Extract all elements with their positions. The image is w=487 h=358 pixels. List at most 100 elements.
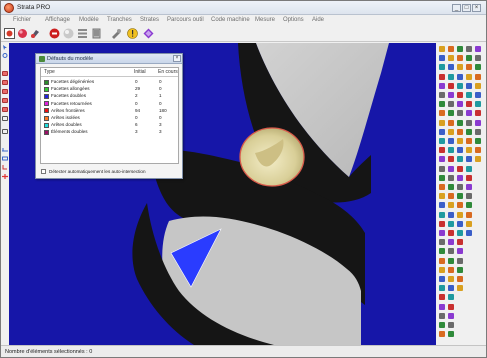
tool-icon[interactable] <box>457 138 463 144</box>
tool-icon[interactable] <box>448 64 454 71</box>
tool-icon[interactable] <box>457 248 463 255</box>
tool-icon[interactable] <box>439 239 445 246</box>
tool-icon[interactable] <box>466 92 472 98</box>
tool-icon[interactable] <box>475 128 481 135</box>
tool-icon[interactable] <box>448 230 454 236</box>
tool-icon[interactable] <box>475 101 481 108</box>
tool-icon[interactable] <box>457 55 463 62</box>
tool-icon[interactable] <box>439 92 445 98</box>
tool-icon[interactable] <box>457 266 463 273</box>
tool-icon[interactable] <box>448 119 454 126</box>
auto-detect-checkbox[interactable]: Détecter automatiquement les auto-inters… <box>41 168 179 176</box>
defect-row[interactable]: Arêtes frontières 94 180 <box>41 108 178 114</box>
pivot-icon[interactable] <box>2 174 8 179</box>
tool-icon[interactable] <box>457 92 463 98</box>
diamond-icon[interactable] <box>143 28 154 39</box>
tool-icon[interactable] <box>448 110 454 117</box>
tool-icon[interactable] <box>466 110 472 117</box>
tool-icon[interactable] <box>457 64 463 71</box>
tool-icon[interactable] <box>475 110 481 117</box>
tool-icon[interactable] <box>448 46 454 52</box>
tool-icon[interactable] <box>466 82 472 89</box>
menu-strates[interactable]: Strates <box>140 17 159 23</box>
tool-icon[interactable] <box>466 119 472 126</box>
menu-affichage[interactable]: Affichage <box>45 17 70 23</box>
tool-icon[interactable] <box>466 174 472 181</box>
tool-icon[interactable] <box>475 64 481 71</box>
tool-icon[interactable] <box>439 138 445 144</box>
tool-icon[interactable] <box>448 331 454 338</box>
defect-row[interactable]: Éléments doubles 3 3 <box>41 129 178 135</box>
tool-icon[interactable] <box>475 82 481 89</box>
tool-icon[interactable] <box>466 211 472 218</box>
tool-icon[interactable] <box>457 184 463 190</box>
tool-icon[interactable] <box>457 193 463 200</box>
tool-icon[interactable] <box>439 266 445 273</box>
tool-icon[interactable] <box>457 276 463 282</box>
view-bottom-icon[interactable] <box>2 98 8 103</box>
tool-icon[interactable] <box>457 128 463 135</box>
tool-icon[interactable] <box>448 92 454 98</box>
view-front-icon[interactable] <box>2 71 8 76</box>
tool-icon[interactable] <box>448 128 454 135</box>
checkbox[interactable] <box>41 169 46 174</box>
view-left-icon[interactable] <box>2 107 8 112</box>
tool-icon[interactable] <box>439 202 445 209</box>
tool-icon[interactable] <box>439 230 445 236</box>
tool-icon[interactable] <box>439 64 445 71</box>
tool-icon[interactable] <box>439 184 445 190</box>
tool-icon[interactable] <box>448 294 454 301</box>
menu-parcours-outil[interactable]: Parcours outil <box>167 17 204 23</box>
view-top-icon[interactable] <box>2 89 8 94</box>
tool-icon[interactable] <box>439 119 445 126</box>
tool-icon[interactable] <box>448 257 454 264</box>
tool-icon[interactable] <box>457 220 463 227</box>
tool-icon[interactable] <box>466 55 472 62</box>
tool-icon[interactable] <box>439 55 445 62</box>
tool-icon[interactable] <box>466 230 472 236</box>
defect-row[interactable]: Arêtes isolées 0 0 <box>41 115 178 121</box>
tool-icon[interactable] <box>457 73 463 80</box>
measure-icon[interactable] <box>2 147 8 152</box>
defect-row[interactable]: Facettes doubles 2 1 <box>41 93 178 99</box>
tool-icon[interactable] <box>466 220 472 227</box>
tool-icon[interactable] <box>448 156 454 163</box>
tool-icon[interactable] <box>448 239 454 246</box>
view-back-icon[interactable] <box>2 80 8 85</box>
tool-icon[interactable] <box>448 266 454 273</box>
maximize-button[interactable]: □ <box>462 4 471 12</box>
menu-aide[interactable]: Aide <box>312 17 324 23</box>
tool-icon[interactable] <box>448 202 454 209</box>
tool-icon[interactable] <box>439 73 445 80</box>
tool-icon[interactable] <box>466 202 472 209</box>
tool-icon[interactable] <box>457 110 463 117</box>
tool-icon[interactable] <box>466 147 472 154</box>
tool-icon[interactable] <box>448 138 454 144</box>
tool-icon[interactable] <box>439 322 445 328</box>
tool-icon[interactable] <box>448 220 454 227</box>
tool-icon[interactable] <box>466 73 472 80</box>
color-sphere-icon[interactable] <box>17 28 28 39</box>
tool-icon[interactable] <box>448 147 454 154</box>
rotate-icon[interactable] <box>2 53 8 58</box>
tool-icon[interactable] <box>475 55 481 62</box>
tool-icon[interactable] <box>475 156 481 163</box>
open-icon[interactable] <box>4 28 15 39</box>
axis-icon[interactable] <box>2 165 8 170</box>
tool-icon[interactable] <box>439 156 445 163</box>
tools-icon[interactable] <box>111 28 122 39</box>
paint-icon[interactable] <box>30 28 41 39</box>
tool-icon[interactable] <box>439 220 445 227</box>
tool-icon[interactable] <box>439 147 445 154</box>
tool-icon[interactable] <box>466 156 472 163</box>
layers-icon[interactable] <box>91 28 102 39</box>
tool-icon[interactable] <box>475 138 481 144</box>
tool-icon[interactable] <box>448 248 454 255</box>
menu-tranches[interactable]: Tranches <box>107 17 132 23</box>
menu-options[interactable]: Options <box>283 17 304 23</box>
tool-icon[interactable] <box>457 156 463 163</box>
tool-icon[interactable] <box>466 165 472 172</box>
tool-icon[interactable] <box>466 138 472 144</box>
menu-code-machine[interactable]: Code machine <box>211 17 250 23</box>
tool-icon[interactable] <box>475 119 481 126</box>
